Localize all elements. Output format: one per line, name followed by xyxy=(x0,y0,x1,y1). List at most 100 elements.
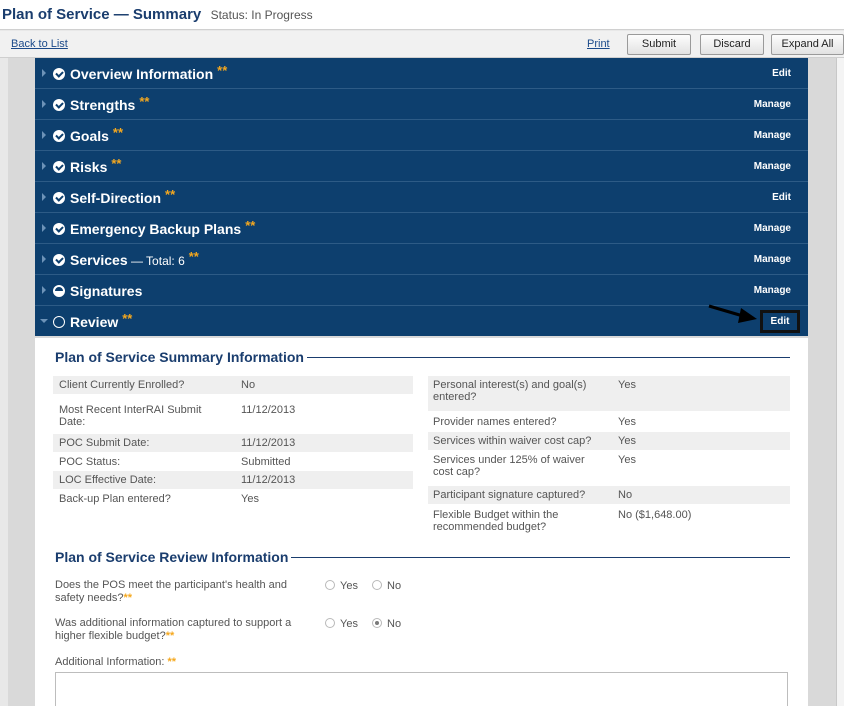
summary-label: Most Recent InterRAI Submit Date: xyxy=(59,404,202,428)
summary-value: Submitted xyxy=(241,456,291,468)
required-marker: ** xyxy=(165,630,175,642)
check-circle-icon xyxy=(53,99,65,111)
section-accordion: Overview Information ** Edit Strengths ** Man… xyxy=(35,58,808,336)
summary-label: POC Status: xyxy=(59,456,121,468)
required-marker: ** xyxy=(165,187,176,202)
section-title-text: Emergency Backup Plans xyxy=(70,221,242,237)
radio-circle-icon[interactable] xyxy=(325,580,335,590)
section-emergency-backup-plans[interactable]: Emergency Backup Plans ** Manage xyxy=(35,213,808,244)
check-circle-icon xyxy=(53,192,65,204)
section-strengths[interactable]: Strengths ** Manage xyxy=(35,89,808,120)
arrow-annotation xyxy=(708,304,757,323)
summary-row: Provider names entered? Yes xyxy=(428,413,790,431)
radio-no[interactable]: No xyxy=(372,580,401,592)
section-title-text: Signatures xyxy=(70,283,143,299)
required-marker: ** xyxy=(112,125,124,140)
title-bar: Plan of Service — Summary Status: In Pro… xyxy=(0,0,844,30)
check-circle-icon xyxy=(53,223,65,235)
summary-row: POC Submit Date: 11/12/2013 xyxy=(53,434,413,452)
summary-row: Most Recent InterRAI Submit Date: 11/12/2… xyxy=(53,401,413,433)
required-marker: ** xyxy=(188,249,199,264)
caret-right-icon xyxy=(42,255,46,263)
empty-circle-icon xyxy=(53,316,65,328)
section-title-text: Strengths xyxy=(70,97,136,113)
check-circle-icon xyxy=(53,254,65,266)
section-manage-button[interactable]: Manage xyxy=(754,161,791,172)
section-manage-button[interactable]: Manage xyxy=(754,254,791,265)
section-title-text: Risks xyxy=(70,159,108,175)
section-review[interactable]: Review ** Edit xyxy=(35,306,808,336)
radio-label: No xyxy=(387,580,402,592)
summary-label: Services within waiver cost cap? xyxy=(433,435,592,447)
section-signatures[interactable]: Signatures Manage xyxy=(35,275,808,306)
radio-circle-icon[interactable] xyxy=(325,618,335,628)
required-marker: ** xyxy=(123,592,133,604)
summary-row: Participant signature captured? No xyxy=(428,486,790,504)
radio-label: Yes xyxy=(340,580,358,592)
status-text: Status: In Progress xyxy=(210,8,313,22)
section-self-direction[interactable]: Self-Direction ** Edit xyxy=(35,182,808,213)
summary-value: Yes xyxy=(618,379,636,391)
back-to-list-link[interactable]: Back to List xyxy=(11,38,68,50)
submit-button[interactable]: Submit xyxy=(627,34,691,55)
summary-value: 11/12/2013 xyxy=(241,437,296,449)
summary-label: Back-up Plan entered? xyxy=(59,493,171,505)
section-risks[interactable]: Risks ** Manage xyxy=(35,151,808,182)
radio-circle-icon[interactable] xyxy=(372,618,382,628)
section-goals[interactable]: Goals ** Manage xyxy=(35,120,808,151)
caret-right-icon xyxy=(42,100,46,108)
section-title-text: Overview Information xyxy=(70,66,214,82)
check-circle-icon xyxy=(53,68,65,80)
review-heading: Plan of Service Review Information xyxy=(55,549,292,565)
summary-value: No ($1,648.00) xyxy=(618,509,692,521)
section-title-text: Goals xyxy=(70,128,109,144)
radio-yes[interactable]: Yes xyxy=(325,580,358,592)
section-title: Emergency Backup Plans ** xyxy=(70,218,256,237)
summary-label: Personal interest(s) and goal(s) entered… xyxy=(433,379,587,403)
section-title: Services — Total: 6 ** xyxy=(70,249,199,268)
summary-label: Services under 125% of waiver cost cap? xyxy=(433,454,585,478)
summary-value: 11/12/2013 xyxy=(241,474,296,486)
section-manage-button[interactable]: Manage xyxy=(754,130,791,141)
summary-row: Flexible Budget within the recommended b… xyxy=(428,506,790,540)
radio-circle-icon[interactable] xyxy=(372,580,382,590)
section-edit-button[interactable]: Edit xyxy=(772,68,791,79)
section-overview-information[interactable]: Overview Information ** Edit xyxy=(35,58,808,89)
section-manage-button[interactable]: Manage xyxy=(754,223,791,234)
page-title: Plan of Service — Summary xyxy=(2,6,202,23)
summary-value: No xyxy=(241,379,256,391)
section-manage-button[interactable]: Manage xyxy=(754,99,791,110)
summary-row: POC Status: Submitted xyxy=(53,453,413,471)
caret-right-icon xyxy=(42,193,46,201)
required-marker: ** xyxy=(245,218,256,233)
section-manage-button[interactable]: Manage xyxy=(754,285,791,296)
summary-label: Provider names entered? xyxy=(433,416,557,428)
summary-row: Client Currently Enrolled? No xyxy=(53,376,413,394)
radio-no[interactable]: No xyxy=(372,618,401,630)
radio-label: No xyxy=(387,618,402,630)
summary-label: POC Submit Date: xyxy=(59,437,150,449)
caret-right-icon xyxy=(42,286,46,294)
section-total: — Total: 6 xyxy=(127,254,185,268)
section-edit-button[interactable]: Edit xyxy=(760,310,800,333)
radio-yes[interactable]: Yes xyxy=(325,618,358,630)
summary-heading: Plan of Service Summary Information xyxy=(55,349,307,365)
summary-label: Participant signature captured? xyxy=(433,489,586,501)
question-text: Does the POS meet the participant's heal… xyxy=(55,579,288,604)
section-title: Overview Information ** xyxy=(70,63,228,82)
section-title: Review ** xyxy=(70,311,132,330)
summary-value: No xyxy=(618,489,633,501)
discard-button[interactable]: Discard xyxy=(700,34,764,55)
additional-information-textarea[interactable] xyxy=(55,672,788,706)
section-edit-button[interactable]: Edit xyxy=(772,192,791,203)
summary-row: Back-up Plan entered? Yes xyxy=(53,490,413,508)
section-title: Goals ** xyxy=(70,125,124,144)
print-link[interactable]: Print xyxy=(587,38,610,50)
required-marker: ** xyxy=(217,63,228,78)
summary-row: Services under 125% of waiver cost cap? Y… xyxy=(428,451,790,486)
half-circle-icon xyxy=(53,285,65,297)
scrollbar[interactable] xyxy=(836,58,844,706)
summary-label: LOC Effective Date: xyxy=(59,474,157,486)
section-services[interactable]: Services — Total: 6 ** Manage xyxy=(35,244,808,275)
expand-all-button[interactable]: Expand All xyxy=(771,34,844,55)
